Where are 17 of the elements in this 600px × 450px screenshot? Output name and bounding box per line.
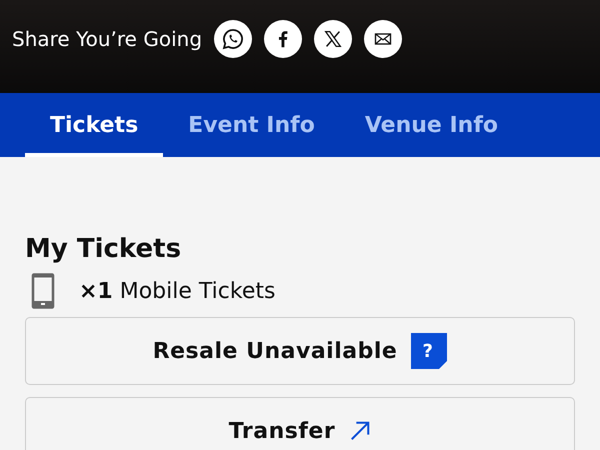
share-button[interactable] <box>314 20 352 58</box>
help-icon: ? <box>411 333 448 369</box>
transfer-button[interactable]: Transfer <box>25 397 575 450</box>
share-label: Share You’re Going <box>12 26 202 53</box>
share-button[interactable] <box>214 20 252 58</box>
x-logo-icon <box>322 28 344 50</box>
external-link-icon <box>349 420 372 442</box>
share-button[interactable] <box>264 20 302 58</box>
resale-button[interactable]: Resale Unavailable ? <box>25 317 575 385</box>
tab[interactable]: Venue Info <box>340 93 524 157</box>
section-title: My Tickets <box>25 233 182 265</box>
email-share-button[interactable] <box>364 20 402 58</box>
phone-icon <box>31 273 55 309</box>
chat-bubble-icon <box>221 27 246 51</box>
tab[interactable]: Event Info <box>163 93 340 157</box>
ticket-count: ×1 Mobile Tickets <box>79 278 276 304</box>
tab[interactable]: Tickets <box>25 93 164 157</box>
